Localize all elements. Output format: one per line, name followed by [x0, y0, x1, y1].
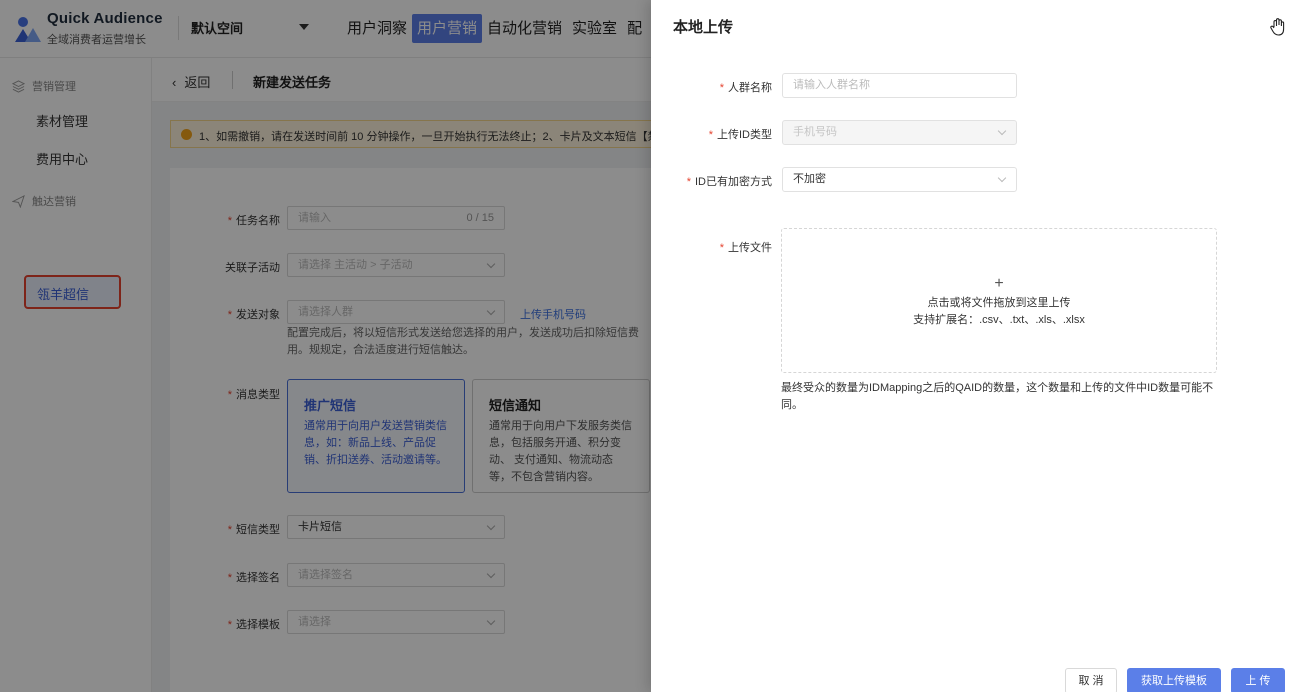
upload-drawer: 本地上传 * 人群名称 请输入人群名称 * 上传ID类型 手机号码 * ID已有加密方… [651, 0, 1305, 692]
encryption-select[interactable]: 不加密 [782, 167, 1017, 192]
id-type-label: * 上传ID类型 [708, 129, 772, 141]
dropzone-text: 点击或将文件拖放到这里上传 [927, 297, 1071, 309]
dropzone-ext: 支持扩展名：.csv、.txt、.xls、.xlsx [913, 314, 1085, 326]
crowd-name-input[interactable]: 请输入人群名称 [782, 73, 1017, 98]
modal-overlay[interactable] [0, 0, 651, 692]
get-template-button[interactable]: 获取上传模板 [1127, 668, 1221, 692]
close-icon[interactable] [1267, 16, 1289, 38]
upload-button[interactable]: 上 传 [1231, 668, 1285, 692]
encryption-label: * ID已有加密方式 [686, 176, 772, 188]
crowd-name-label: * 人群名称 [719, 82, 772, 94]
file-dropzone[interactable]: + 点击或将文件拖放到这里上传 支持扩展名：.csv、.txt、.xls、.xl… [781, 228, 1217, 373]
plus-icon: + [994, 275, 1004, 292]
chevron-down-icon [997, 126, 1007, 136]
cancel-button[interactable]: 取 消 [1065, 668, 1117, 692]
id-type-select[interactable]: 手机号码 [782, 120, 1017, 145]
upload-file-label: * 上传文件 [719, 242, 772, 254]
upload-note: 最终受众的数量为IDMapping之后的QAID的数量，这个数量和上传的文件中I… [781, 382, 1214, 411]
drawer-title: 本地上传 [673, 19, 734, 36]
chevron-down-icon [997, 173, 1007, 183]
